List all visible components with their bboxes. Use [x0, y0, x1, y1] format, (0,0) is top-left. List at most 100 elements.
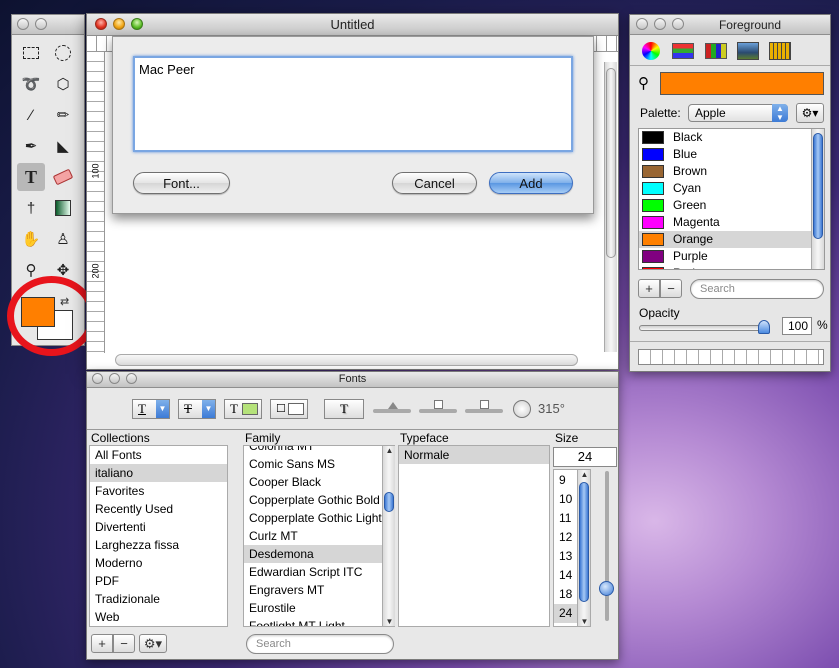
family-item[interactable]: Desdemona — [244, 545, 394, 563]
cancel-button[interactable]: Cancel — [392, 172, 477, 194]
size-slider[interactable] — [599, 471, 614, 621]
opacity-value-field[interactable]: 100 — [782, 317, 812, 335]
magic-wand-tool-icon[interactable]: ∕ — [17, 101, 45, 129]
color-list-item[interactable]: Black — [639, 129, 824, 146]
family-item[interactable]: Colonna MT — [244, 446, 394, 455]
text-tool-icon[interactable]: T — [17, 163, 45, 191]
color-list-scrollbar[interactable] — [811, 129, 824, 269]
family-item[interactable]: Cooper Black — [244, 473, 394, 491]
add-collection-button[interactable]: + — [91, 634, 113, 653]
family-list-scrollbar[interactable]: ▲ ▼ — [382, 446, 395, 626]
canvas-vertical-scrollbar[interactable] — [604, 62, 617, 352]
stamp-tool-icon[interactable]: ♙ — [49, 225, 77, 253]
color-list[interactable]: Black Blue Brown Cyan Green Magenta Orange Purp… — [638, 128, 825, 270]
close-icon[interactable] — [17, 18, 29, 30]
size-list-scrollbar[interactable]: ▲ ▼ — [577, 470, 590, 626]
size-header: Size — [555, 431, 579, 445]
lasso-tool-icon[interactable]: ➰ — [17, 70, 45, 98]
text-entry-field[interactable]: Mac Peer — [133, 56, 573, 152]
collection-item[interactable]: Larghezza fissa — [90, 536, 227, 554]
current-color-well[interactable] — [660, 72, 824, 95]
text-color-button[interactable]: T — [224, 399, 262, 419]
crayons-icon[interactable] — [769, 42, 791, 60]
font-search-field[interactable]: Search — [246, 634, 394, 654]
color-swatch — [642, 250, 664, 264]
collections-list[interactable]: All Fonts italiano Favorites Recently Used D… — [89, 445, 228, 627]
collection-item[interactable]: All Fonts — [90, 446, 227, 464]
remove-collection-button[interactable]: − — [113, 634, 135, 653]
strikethrough-menu[interactable]: T ▼ — [178, 399, 216, 419]
text-shadow-button[interactable]: T — [324, 399, 364, 419]
opacity-slider-knob[interactable] — [758, 320, 770, 334]
color-list-item[interactable]: Green — [639, 197, 824, 214]
polygon-lasso-tool-icon[interactable]: ⬡ — [49, 70, 77, 98]
color-list-item[interactable]: Orange — [639, 231, 824, 248]
family-item[interactable]: Eurostile — [244, 599, 394, 617]
remove-color-button[interactable]: − — [660, 279, 682, 298]
typeface-list[interactable]: Normale — [398, 445, 550, 627]
collection-item[interactable]: Web — [90, 608, 227, 626]
family-item[interactable]: Curlz MT — [244, 527, 394, 545]
family-item[interactable]: Footlight MT Light — [244, 617, 394, 626]
add-button[interactable]: Add — [489, 172, 573, 194]
document-color-button[interactable]: ☐ — [270, 399, 308, 419]
add-color-button[interactable]: + — [638, 279, 660, 298]
color-wheel-icon[interactable] — [642, 42, 660, 60]
collection-item[interactable]: Moderno — [90, 554, 227, 572]
shadow-blur-slider[interactable] — [419, 400, 457, 413]
collection-item[interactable]: PDF — [90, 572, 227, 590]
underline-menu[interactable]: T ▼ — [132, 399, 170, 419]
color-search-field[interactable]: Search — [690, 279, 824, 299]
document-titlebar[interactable]: Untitled — [87, 14, 618, 36]
color-list-item[interactable]: Red — [639, 265, 824, 269]
collection-item[interactable]: italiano — [90, 464, 227, 482]
opacity-slider[interactable] — [639, 320, 770, 334]
eyedropper-tool-icon[interactable]: † — [17, 194, 45, 222]
collection-item[interactable]: Recently Used — [90, 500, 227, 518]
collection-item[interactable]: Tradizionale — [90, 590, 227, 608]
family-item[interactable]: Edwardian Script ITC — [244, 563, 394, 581]
eraser-tool-icon[interactable] — [49, 163, 77, 191]
colors-panel-titlebar[interactable]: Foreground — [630, 15, 830, 35]
size-field[interactable]: 24 — [553, 447, 617, 467]
palette-select[interactable]: Apple ▲ ▼ — [688, 104, 788, 122]
size-slider-knob[interactable] — [599, 581, 614, 596]
family-item[interactable]: Engravers MT — [244, 581, 394, 599]
color-list-item[interactable]: Brown — [639, 163, 824, 180]
color-list-item[interactable]: Purple — [639, 248, 824, 265]
color-list-item[interactable]: Magenta — [639, 214, 824, 231]
family-item[interactable]: Copperplate Gothic Light — [244, 509, 394, 527]
hand-tool-icon[interactable]: ✋ — [17, 225, 45, 253]
collection-item[interactable]: Favorites — [90, 482, 227, 500]
magnifier-icon[interactable]: ⚲ — [638, 74, 649, 92]
color-list-item[interactable]: Blue — [639, 146, 824, 163]
palette-action-menu[interactable]: ⚙▾ — [796, 103, 824, 123]
tools-palette-titlebar[interactable] — [12, 15, 84, 35]
pencil-tool-icon[interactable]: ✏ — [49, 101, 77, 129]
image-palettes-icon[interactable] — [737, 42, 759, 60]
shadow-angle-knob[interactable] — [513, 400, 531, 418]
minimize-icon[interactable] — [654, 18, 666, 30]
collection-item[interactable]: Divertenti — [90, 518, 227, 536]
shadow-opacity-slider[interactable] — [373, 402, 411, 413]
minimize-icon[interactable] — [35, 18, 47, 30]
rect-marquee-tool-icon[interactable] — [17, 39, 45, 67]
fonts-panel-titlebar[interactable]: Fonts — [87, 372, 618, 388]
brush-tool-icon[interactable]: ✒ — [17, 132, 45, 160]
swatch-tray[interactable] — [638, 349, 824, 365]
ellipse-marquee-tool-icon[interactable] — [49, 39, 77, 67]
color-sliders-icon[interactable] — [672, 43, 694, 59]
canvas-horizontal-scrollbar[interactable] — [115, 354, 578, 366]
color-palettes-icon[interactable] — [705, 43, 727, 59]
font-button[interactable]: Font... — [133, 172, 230, 194]
close-icon[interactable] — [636, 18, 648, 30]
color-list-item[interactable]: Cyan — [639, 180, 824, 197]
family-item[interactable]: Comic Sans MS — [244, 455, 394, 473]
paint-bucket-tool-icon[interactable]: ◣ — [49, 132, 77, 160]
shadow-offset-slider[interactable] — [465, 400, 503, 413]
family-list[interactable]: Colonna MT Comic Sans MS Cooper Black Coppe… — [243, 445, 395, 627]
fonts-action-menu[interactable]: ⚙▾ — [139, 634, 167, 653]
typeface-item[interactable]: Normale — [399, 446, 549, 464]
gradient-tool-icon[interactable] — [49, 194, 77, 222]
family-item[interactable]: Copperplate Gothic Bold — [244, 491, 394, 509]
